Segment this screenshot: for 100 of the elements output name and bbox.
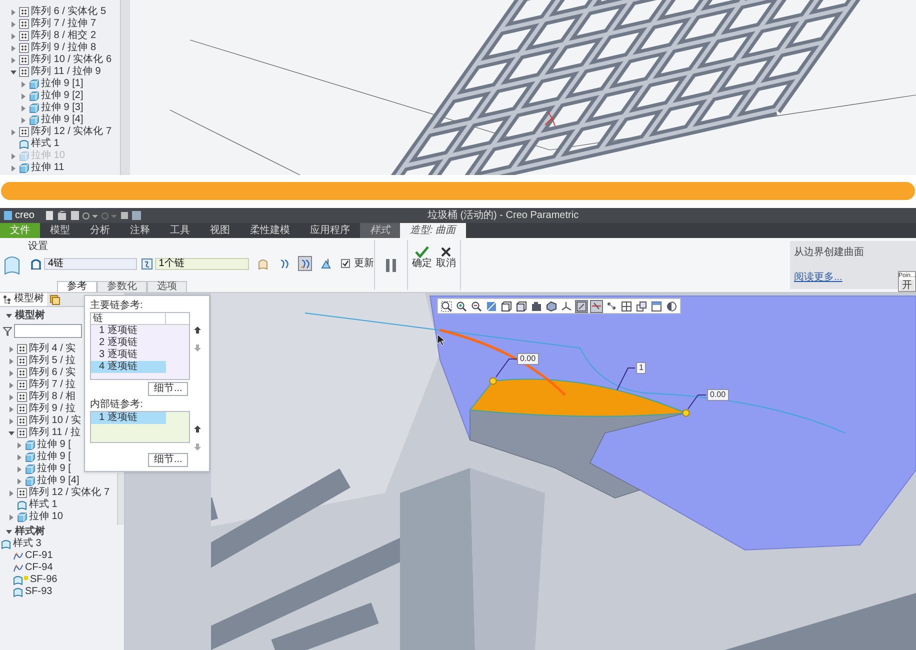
- expand-arrow-icon[interactable]: [10, 56, 17, 64]
- expand-arrow-icon[interactable]: [8, 490, 15, 496]
- expand-arrow-icon[interactable]: [16, 478, 23, 484]
- tree-item[interactable]: 阵列 12 / 实体化 7: [29, 487, 110, 499]
- tree-item[interactable]: 拉伸 9 [2]: [41, 90, 84, 102]
- tree-item[interactable]: SF-93: [25, 586, 52, 598]
- expand-arrow-icon[interactable]: [10, 44, 17, 52]
- tree-item[interactable]: 拉伸 9 [4]: [37, 475, 80, 487]
- tree-item[interactable]: 阵列 5 / 拉: [29, 355, 76, 367]
- toolbar-button[interactable]: [590, 300, 603, 312]
- toolbar-button[interactable]: [500, 300, 513, 312]
- ribbon-tab[interactable]: 注释: [120, 223, 160, 238]
- list-row[interactable]: 4 逐项链: [91, 361, 166, 373]
- expand-arrow-icon[interactable]: [8, 346, 15, 352]
- tree-item[interactable]: 拉伸 11: [31, 162, 64, 174]
- filter-icon[interactable]: [3, 326, 12, 336]
- toolbar-button[interactable]: [560, 300, 573, 312]
- read-more-link[interactable]: 阅读更多...: [794, 270, 842, 285]
- checkbox[interactable]: [340, 259, 350, 268]
- chain-field[interactable]: 1个链: [154, 258, 249, 270]
- ribbon-tab[interactable]: 分析: [80, 223, 120, 238]
- expand-arrow-icon[interactable]: [10, 164, 17, 172]
- ribbon-tab[interactable]: 工具: [160, 223, 200, 238]
- up-arrow-icon[interactable]: [194, 425, 201, 433]
- toolbar-button[interactable]: [455, 300, 468, 312]
- tree-item[interactable]: 阵列 9 / 拉伸 8: [31, 42, 96, 54]
- expand-arrow-icon[interactable]: [8, 406, 15, 412]
- tree-item[interactable]: 阵列 9 / 拉: [29, 403, 76, 415]
- toolbar-button[interactable]: [545, 300, 558, 312]
- tree-item[interactable]: 样式 3: [13, 538, 42, 550]
- expand-arrow-icon[interactable]: [8, 358, 15, 364]
- dimension-label[interactable]: 0.00: [707, 389, 729, 401]
- expand-arrow-icon[interactable]: [10, 20, 17, 28]
- tree-item[interactable]: 阵列 7 / 拉: [29, 379, 76, 391]
- tree-item[interactable]: 阵列 8 / 相: [29, 391, 76, 403]
- expand-arrow-icon[interactable]: [16, 466, 23, 472]
- expand-arrow-icon[interactable]: [10, 128, 17, 136]
- down-arrow-icon[interactable]: [194, 443, 201, 451]
- expand-arrow-icon[interactable]: [10, 32, 17, 40]
- ribbon-tab[interactable]: 视图: [200, 223, 240, 238]
- tree-item[interactable]: CF-91: [25, 550, 53, 562]
- tree-item[interactable]: 拉伸 9 [4]: [41, 114, 84, 126]
- tree-item[interactable]: 阵列 7 / 拉伸 7: [31, 18, 96, 30]
- ribbon-tab[interactable]: 模型: [40, 223, 80, 238]
- tree-item[interactable]: 阵列 10 / 实体化 6: [31, 54, 112, 66]
- tree-item[interactable]: 拉伸 9 [1]: [41, 78, 84, 90]
- expand-arrow-icon[interactable]: [20, 92, 27, 100]
- chain-field[interactable]: 4链: [44, 258, 137, 270]
- panel-tab[interactable]: 选项: [147, 281, 187, 292]
- tree-item[interactable]: 阵列 11 / 拉伸 9: [31, 66, 101, 78]
- list-row[interactable]: 2 逐项链: [91, 337, 166, 349]
- list-row[interactable]: 1 逐项链: [91, 325, 166, 337]
- ok-button[interactable]: 确定: [412, 246, 432, 269]
- tool-button[interactable]: [318, 256, 333, 271]
- list-row[interactable]: 1 逐项链: [91, 412, 166, 424]
- expand-arrow-icon[interactable]: [20, 80, 27, 88]
- tree-item[interactable]: CF-94: [25, 562, 53, 574]
- tree-item[interactable]: 阵列 11 / 拉: [29, 427, 80, 439]
- collapse-arrow-icon[interactable]: [6, 529, 12, 535]
- toolbar-button[interactable]: [575, 300, 588, 312]
- expand-arrow-icon[interactable]: [10, 68, 17, 76]
- tree-item[interactable]: 阵列 6 / 实体化 5: [31, 6, 106, 18]
- list-row[interactable]: 3 逐项链: [91, 349, 166, 361]
- ribbon-tab[interactable]: 样式: [360, 223, 400, 238]
- dimension-label[interactable]: 1: [636, 362, 646, 374]
- tooltip-button[interactable]: 开: [900, 280, 914, 291]
- tree-item[interactable]: 阵列 10 / 实: [29, 415, 82, 427]
- toolbar-button[interactable]: [665, 300, 678, 312]
- tree-item[interactable]: 阵列 6 / 实: [29, 367, 76, 379]
- tree-item[interactable]: SF-96: [30, 574, 58, 586]
- tree-item[interactable]: 拉伸 9 [3]: [41, 102, 84, 114]
- up-arrow-icon[interactable]: [194, 326, 201, 334]
- ribbon-tab[interactable]: 柔性建模: [240, 223, 300, 238]
- collapse-arrow-icon[interactable]: [6, 313, 12, 319]
- toolbar-button[interactable]: [620, 300, 633, 312]
- toolbar-button[interactable]: [440, 300, 453, 312]
- model-tree-tab[interactable]: 模型树: [0, 293, 47, 306]
- expand-arrow-icon[interactable]: [8, 382, 15, 388]
- expand-arrow-icon[interactable]: [8, 430, 15, 436]
- layers-icon[interactable]: [50, 295, 60, 305]
- expand-arrow-icon[interactable]: [8, 418, 15, 424]
- tree-item[interactable]: 拉伸 9 [: [37, 463, 71, 475]
- expand-arrow-icon[interactable]: [20, 104, 27, 112]
- toolbar-button[interactable]: [470, 300, 483, 312]
- ribbon-tab[interactable]: 应用程序: [300, 223, 360, 238]
- tree-item[interactable]: 样式 1: [31, 138, 60, 150]
- pause-button[interactable]: [383, 257, 399, 273]
- expand-arrow-icon[interactable]: [16, 454, 23, 460]
- expand-arrow-icon[interactable]: [20, 116, 27, 124]
- expand-arrow-icon[interactable]: [8, 370, 15, 376]
- toolbar-button[interactable]: [650, 300, 663, 312]
- cancel-button[interactable]: 取消: [436, 246, 456, 269]
- details-button[interactable]: 细节...: [148, 382, 188, 396]
- panel-tab[interactable]: 参数化: [97, 281, 147, 292]
- tree-item[interactable]: 拉伸 9 [: [37, 451, 71, 463]
- ribbon-tab[interactable]: 造型: 曲面: [400, 223, 466, 238]
- toolbar-button[interactable]: [515, 300, 528, 312]
- tree-item[interactable]: 样式 1: [29, 499, 58, 511]
- toolbar-button[interactable]: [530, 300, 543, 312]
- toolbar-button[interactable]: [635, 300, 648, 312]
